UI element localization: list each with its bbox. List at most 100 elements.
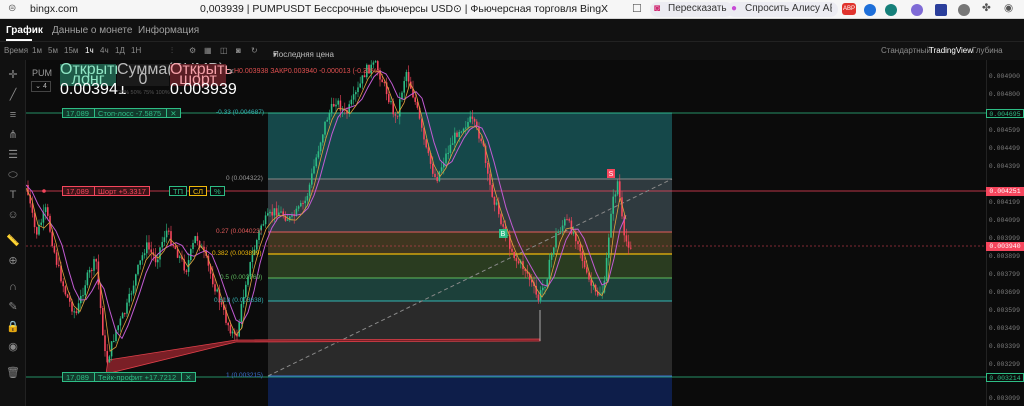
extension-teal-icon[interactable] (885, 4, 897, 16)
fib-label-neg033: -0.33 (0.004687) (216, 109, 265, 116)
extension-navy-icon[interactable] (935, 4, 947, 16)
candle-body (212, 273, 214, 285)
profile-icon[interactable]: ◉ (1004, 2, 1013, 14)
magnet-icon[interactable]: ∩ (6, 280, 20, 294)
translate-button[interactable]: ◙ Пересказать (650, 2, 733, 17)
adblock-icon[interactable]: ABP (842, 3, 856, 15)
interval-5m[interactable]: 5м (48, 46, 58, 55)
text-tool-icon[interactable]: T (6, 188, 20, 202)
take-profit-price-badge: 0.003214 (986, 373, 1024, 382)
stop-loss-close-icon[interactable]: ✕ (166, 109, 177, 118)
sl-button[interactable]: СЛ (189, 186, 208, 196)
candle-body (333, 103, 335, 107)
candle-body (172, 244, 174, 247)
puzzle-icon[interactable]: ✤ (982, 2, 991, 14)
candle-body (350, 99, 353, 105)
candle-body (297, 206, 300, 209)
interval-1w[interactable]: 1Н (131, 46, 141, 55)
short-label: Шорт +5.3317 (94, 187, 146, 196)
chart-settings-icon[interactable]: ⚙ (189, 46, 196, 55)
extension-purple-icon[interactable] (911, 4, 923, 16)
pencil-lock-icon[interactable]: ✎ (6, 300, 20, 314)
candle-body (132, 285, 135, 294)
tab-chart[interactable]: График (6, 25, 43, 36)
tab-coin-data[interactable]: Данные о монете (52, 25, 132, 36)
y-tick: 0.003799 (988, 271, 1020, 278)
tab-info[interactable]: Информация (138, 25, 199, 36)
lock-icon: ⊜ (8, 3, 17, 14)
extension-grey-icon[interactable] (958, 4, 970, 16)
y-tick: 0.004499 (988, 145, 1020, 152)
candle-body (148, 242, 150, 250)
candle-body (264, 215, 267, 225)
camera-icon[interactable]: ◙ (236, 46, 241, 55)
open-long-button[interactable]: Открыть лонг 0.003941 (60, 62, 127, 98)
candle-body (192, 243, 194, 250)
layout-icon[interactable]: ▦ (204, 46, 212, 55)
emoji-icon[interactable]: ☺ (6, 208, 20, 222)
interval-1d[interactable]: 1Д (115, 46, 125, 55)
candle-body (102, 307, 104, 336)
candle-body (405, 72, 408, 82)
percent-button[interactable]: % (210, 186, 225, 196)
candle-body (495, 202, 498, 205)
candle-body (77, 303, 80, 314)
lock-drawing-icon[interactable]: 🔒 (6, 320, 20, 334)
screenshot-icon[interactable]: ◫ (220, 46, 228, 55)
take-profit-tag[interactable]: 17,089 Тейк-профит +17.7212 ✕ (62, 372, 196, 382)
open-short-button[interactable]: Открыть шорт 0.003939 (170, 62, 237, 98)
short-line-handle[interactable] (42, 189, 46, 193)
take-profit-close-icon[interactable]: ✕ (181, 373, 192, 382)
address-bar-domain[interactable]: bingx.com (30, 3, 78, 15)
horizontal-lines-icon[interactable]: ≡ (6, 108, 20, 122)
reset-icon[interactable]: ↻ (251, 46, 258, 55)
interval-15m[interactable]: 15м (64, 46, 78, 55)
amount-field[interactable]: Сумма(PUMP) 0 (117, 62, 224, 88)
candle-body (537, 294, 540, 301)
trendline-icon[interactable]: ╱ (6, 88, 20, 102)
stop-loss-tag[interactable]: 17,089 Стоп-лосс -7.5875 ✕ (62, 108, 181, 118)
candle-body (322, 134, 324, 143)
ask-alice-label: Спросить Алису AI (745, 3, 833, 14)
zoom-in-icon[interactable]: ⊕ (6, 254, 20, 268)
price-chart[interactable]: S B PUM ⌄ 4 Открыть лонг 0.003941 Сумма(… (26, 60, 986, 406)
fib-tool-icon[interactable]: ☰ (6, 148, 20, 162)
candle-body (119, 318, 122, 326)
price-axis[interactable]: 0.004900 0.004800 0.004599 0.004499 0.00… (986, 60, 1024, 406)
shapes-icon[interactable]: ⬭ (6, 168, 20, 182)
y-tick: 0.003699 (988, 289, 1020, 296)
interval-1m[interactable]: 1м (32, 46, 42, 55)
candle-body (383, 82, 386, 84)
more-icon[interactable]: ⋮ (826, 2, 837, 14)
candle-body (436, 177, 438, 182)
candle-body (489, 173, 491, 185)
take-profit-label: Тейк-профит +17.7212 (94, 373, 177, 382)
fib-label-1: 1 (0.003215) (226, 372, 263, 379)
pitchfork-icon[interactable]: ⋔ (6, 128, 20, 142)
candle-body (69, 297, 71, 302)
view-tradingview[interactable]: TradingView (929, 46, 973, 55)
indicators-icon[interactable]: ⫶ (171, 46, 173, 56)
candle-body (445, 153, 447, 164)
tp-button[interactable]: ТП (169, 186, 187, 196)
extension-blue-icon[interactable] (864, 4, 876, 16)
eye-icon[interactable]: ◉ (6, 340, 20, 354)
interval-4h[interactable]: 4ч (100, 46, 109, 55)
bookmark-icon[interactable]: ☐ (632, 2, 642, 15)
candle-body (238, 321, 240, 337)
ruler-icon[interactable]: 📏 (6, 234, 20, 248)
view-standard[interactable]: Стандартный (881, 46, 931, 55)
ask-alice-button[interactable]: ● Спросить Алису AI (727, 2, 839, 17)
candle-body (82, 295, 84, 297)
short-position-tag[interactable]: 17,089 Шорт +5.3317 (62, 186, 150, 196)
percent-row[interactable]: 25% 50% 75% 100% (118, 90, 170, 96)
candle-body (47, 207, 49, 216)
candle-body (467, 122, 469, 128)
trash-icon[interactable]: 🗑 (6, 366, 20, 380)
collapse-button[interactable]: ⌄ 4 (31, 81, 51, 92)
candle-body (302, 203, 304, 205)
interval-1h[interactable]: 1ч (85, 46, 94, 55)
crosshair-icon[interactable]: ✛ (6, 68, 20, 82)
candle-body (434, 173, 436, 178)
view-depth[interactable]: Глубина (972, 46, 1003, 55)
